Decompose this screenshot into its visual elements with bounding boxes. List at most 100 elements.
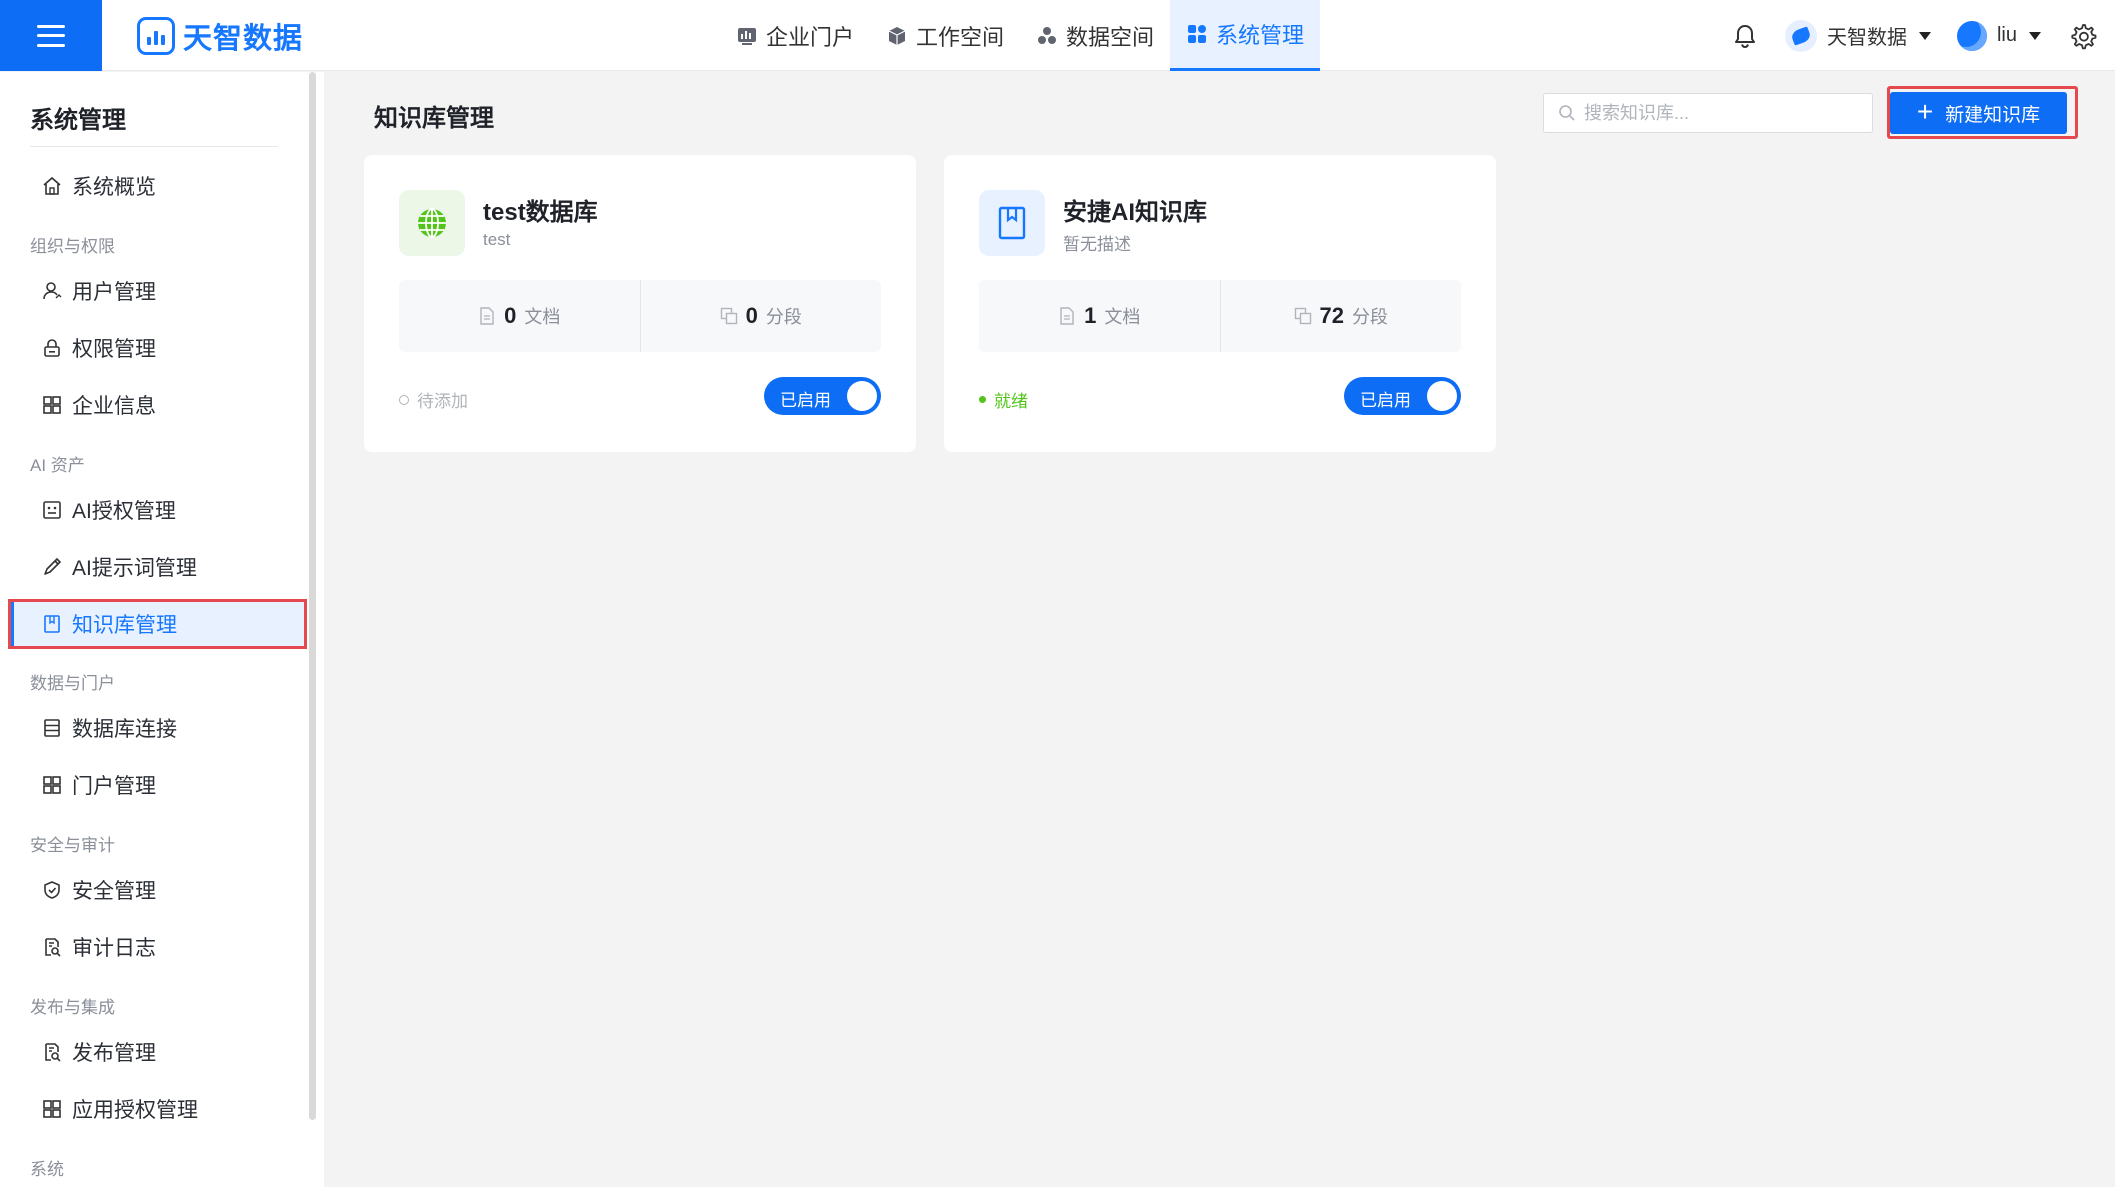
book-icon xyxy=(979,190,1045,256)
pen-icon xyxy=(44,557,62,575)
doc-label: 文档 xyxy=(1104,307,1141,327)
divider xyxy=(30,146,278,147)
sidebar-item-security[interactable]: 安全管理 xyxy=(10,867,305,913)
user-menu[interactable]: liu xyxy=(1956,20,2041,51)
logo-icon xyxy=(137,17,175,55)
sidebar-item-label: 权限管理 xyxy=(72,338,156,361)
org-switcher[interactable]: 天智数据 xyxy=(1784,19,1931,52)
stats-panel: 0 文档 0 分段 xyxy=(399,280,881,352)
sidebar-item-overview[interactable]: 系统概览 xyxy=(10,163,305,209)
nav-enterprise-portal[interactable]: 企业门户 xyxy=(720,0,870,71)
sidebar-item-ai-prompt[interactable]: AI提示词管理 xyxy=(10,544,305,590)
sidebar-item-release[interactable]: 发布管理 xyxy=(10,1029,305,1075)
lock-icon xyxy=(44,339,60,357)
sidebar-title: 系统管理 xyxy=(30,107,126,134)
stats-panel: 1 文档 72 分段 xyxy=(979,280,1461,352)
brand-logo[interactable]: 天智数据 xyxy=(137,17,303,55)
status-dot xyxy=(399,394,409,405)
book-icon xyxy=(44,615,60,633)
status-badge: 待添加 xyxy=(399,387,468,412)
caret-down-icon xyxy=(2029,31,2041,40)
document-icon xyxy=(480,307,494,325)
knowledge-base-description: test xyxy=(483,230,511,249)
doc-label: 文档 xyxy=(524,307,561,327)
status-text: 待添加 xyxy=(417,392,468,411)
copy-icon xyxy=(720,307,737,325)
cluster-icon xyxy=(1038,26,1057,44)
sidebar-item-label: 企业信息 xyxy=(72,395,156,418)
status-badge: 就绪 xyxy=(979,387,1028,412)
sidebar-item-label: 门户管理 xyxy=(72,775,156,798)
sidebar-item-label: 应用授权管理 xyxy=(72,1099,198,1122)
sidebar-item-ai-auth[interactable]: AI授权管理 xyxy=(10,487,305,533)
grid-icon xyxy=(43,776,61,794)
status-text: 就绪 xyxy=(994,392,1028,411)
sidebar-group-label: 系统 xyxy=(30,1160,64,1179)
nav-label: 系统管理 xyxy=(1216,23,1305,48)
knowledge-base-description: 暂无描述 xyxy=(1063,235,1131,254)
nav-label: 企业门户 xyxy=(766,24,855,50)
sidebar-group-label: 组织与权限 xyxy=(30,237,115,256)
menu-toggle-button[interactable] xyxy=(0,0,102,71)
cube-icon xyxy=(888,26,906,45)
sidebar-group-label: 安全与审计 xyxy=(30,836,115,855)
segment-label: 分段 xyxy=(765,307,802,327)
dashboard-icon xyxy=(738,27,756,45)
sidebar-item-label: 审计日志 xyxy=(72,937,156,960)
database-icon xyxy=(44,719,60,737)
copy-icon xyxy=(1294,307,1311,325)
create-button-label: 新建知识库 xyxy=(1945,104,2041,126)
status-dot xyxy=(979,396,986,403)
segment-count: 0 xyxy=(745,303,758,328)
grid-icon xyxy=(43,1100,61,1118)
search-box[interactable] xyxy=(1543,93,1873,133)
user-name: liu xyxy=(1996,24,2017,46)
segment-count-stat: 72 分段 xyxy=(1219,280,1462,352)
page-title: 知识库管理 xyxy=(374,105,494,132)
doc-count: 0 xyxy=(504,303,517,328)
nav-system-management[interactable]: 系统管理 xyxy=(1170,0,1321,71)
sidebar-item-company[interactable]: 企业信息 xyxy=(10,382,305,428)
bell-icon[interactable] xyxy=(1731,22,1759,50)
sidebar-item-knowledge[interactable]: 知识库管理 xyxy=(8,599,307,649)
home-icon xyxy=(43,176,61,195)
header-actions: 天智数据 liu xyxy=(1731,0,2115,71)
robot-icon xyxy=(43,501,61,519)
sidebar-item-app-auth[interactable]: 应用授权管理 xyxy=(10,1086,305,1132)
grid-icon xyxy=(1188,25,1207,43)
file-search-icon xyxy=(45,938,61,957)
caret-down-icon xyxy=(1918,31,1931,40)
top-nav: 企业门户 工作空间 数据空间 系统管理 xyxy=(720,0,1321,71)
sidebar-scrollbar[interactable] xyxy=(309,72,316,1120)
shield-icon xyxy=(44,881,60,899)
knowledge-base-card[interactable]: test数据库 test 0 文档 0 分段 待添加 已启用 xyxy=(364,155,916,452)
hamburger-icon xyxy=(37,24,65,47)
enable-toggle[interactable]: 已启用 xyxy=(1344,377,1461,415)
sidebar-item-audit[interactable]: 审计日志 xyxy=(10,924,305,970)
nav-data-space[interactable]: 数据空间 xyxy=(1020,0,1170,71)
org-name: 天智数据 xyxy=(1826,27,1907,49)
sidebar-item-label: 发布管理 xyxy=(72,1042,156,1065)
sidebar-item-portal[interactable]: 门户管理 xyxy=(10,762,305,808)
sidebar-item-permissions[interactable]: 权限管理 xyxy=(10,325,305,371)
avatar xyxy=(1956,20,1987,51)
sidebar-item-label: 数据库连接 xyxy=(72,718,177,741)
sidebar-item-label: 知识库管理 xyxy=(72,614,177,637)
nav-workspace[interactable]: 工作空间 xyxy=(870,0,1020,71)
toggle-knob xyxy=(1427,381,1457,411)
sidebar-item-db-connection[interactable]: 数据库连接 xyxy=(10,705,305,751)
sidebar-group-label: 数据与门户 xyxy=(30,674,115,693)
segment-label: 分段 xyxy=(1351,307,1388,327)
knowledge-base-card[interactable]: 安捷AI知识库 暂无描述 1 文档 72 分段 就绪 已启用 xyxy=(944,155,1496,452)
brand-name: 天智数据 xyxy=(183,23,304,55)
enable-toggle[interactable]: 已启用 xyxy=(764,377,881,415)
gear-icon[interactable] xyxy=(2069,22,2097,50)
sidebar-item-label: AI授权管理 xyxy=(72,500,176,523)
sidebar-group-label: 发布与集成 xyxy=(30,998,115,1017)
sidebar-item-users[interactable]: 用户管理 xyxy=(10,268,305,314)
toggle-label: 已启用 xyxy=(780,391,831,410)
create-knowledge-base-button[interactable]: + 新建知识库 xyxy=(1890,92,2067,134)
document-icon xyxy=(1060,307,1074,325)
search-input[interactable] xyxy=(1584,102,1864,124)
toggle-label: 已启用 xyxy=(1360,391,1411,410)
